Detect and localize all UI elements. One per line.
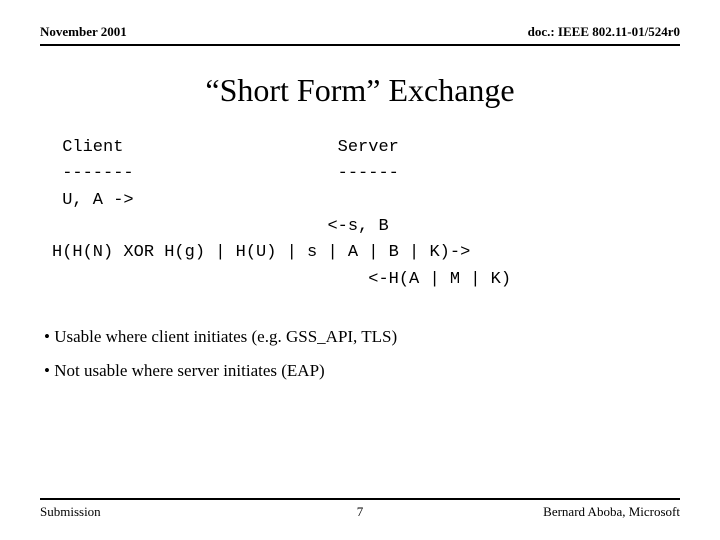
header-docref: doc.: IEEE 802.11-01/524r0 (528, 24, 680, 40)
bullet-item: • Usable where client initiates (e.g. GS… (44, 327, 680, 347)
page-title: “Short Form” Exchange (40, 72, 680, 109)
footer-left: Submission (40, 504, 101, 520)
header-row: November 2001 doc.: IEEE 802.11-01/524r0 (40, 24, 680, 46)
footer-right: Bernard Aboba, Microsoft (543, 504, 680, 520)
exchange-line: ------- ------ (52, 164, 399, 183)
footer-rule (40, 498, 680, 500)
exchange-line: Client Server (52, 138, 399, 157)
header-date: November 2001 (40, 24, 127, 40)
slide-page: November 2001 doc.: IEEE 802.11-01/524r0… (0, 0, 720, 540)
bullet-item: • Not usable where server initiates (EAP… (44, 361, 680, 381)
exchange-line: U, A -> (52, 191, 134, 210)
exchange-line: H(H(N) XOR H(g) | H(U) | s | A | B | K)-… (52, 243, 470, 262)
exchange-block: Client Server ------- ------ U, A -> <-s… (52, 135, 680, 293)
footer-row: Submission 7 Bernard Aboba, Microsoft (40, 504, 680, 520)
exchange-line: <-s, B (52, 217, 389, 236)
spacer (40, 395, 680, 498)
bullet-list: • Usable where client initiates (e.g. GS… (44, 327, 680, 395)
exchange-line: <-H(A | M | K) (52, 270, 511, 289)
footer-page-number: 7 (357, 504, 364, 520)
